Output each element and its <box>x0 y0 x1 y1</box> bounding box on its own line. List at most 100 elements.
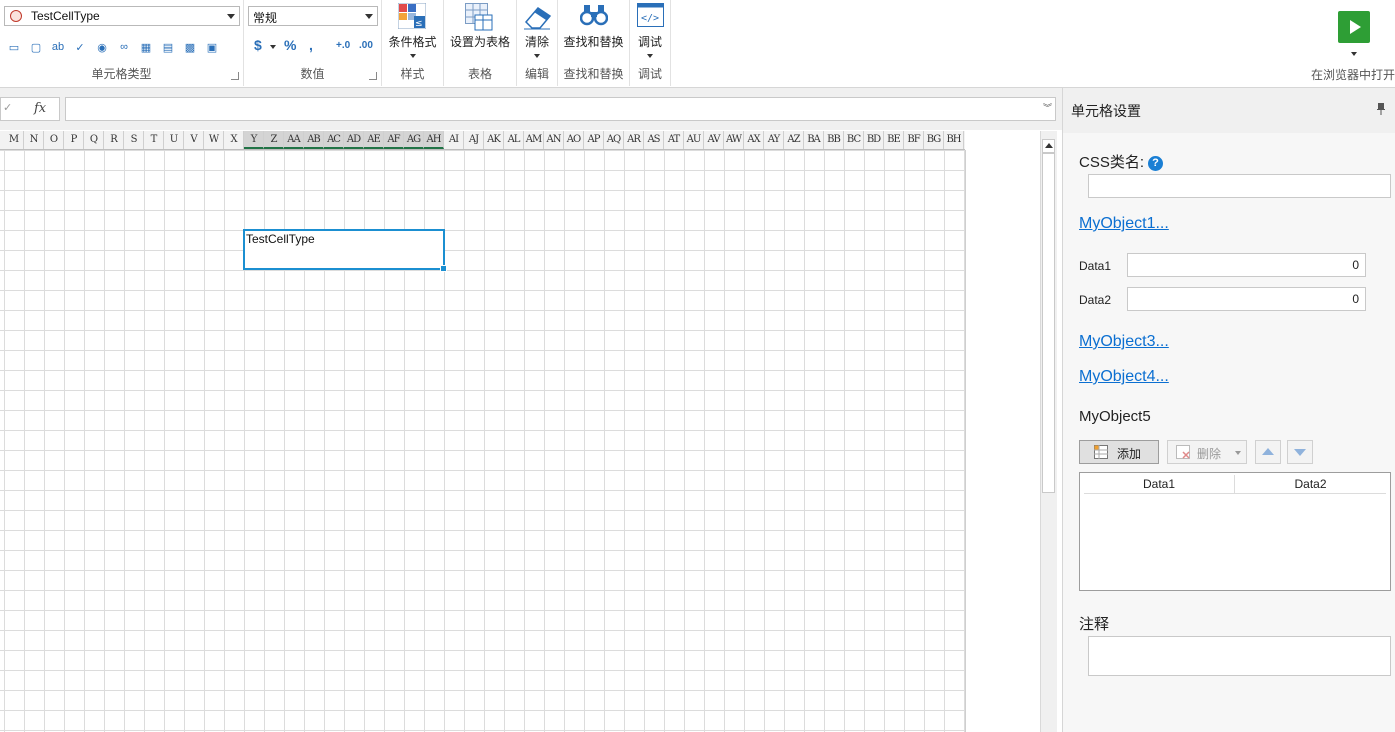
column-header-q[interactable]: Q <box>84 131 104 149</box>
column-header-be[interactable]: BE <box>884 131 904 149</box>
column-header-al[interactable]: AL <box>504 131 524 149</box>
form-icon[interactable]: ▦ <box>138 40 154 54</box>
column-header-ba[interactable]: BA <box>804 131 824 149</box>
label-icon[interactable]: ab <box>50 40 66 54</box>
table-icon[interactable]: ▩ <box>182 40 198 54</box>
column-header-bc[interactable]: BC <box>844 131 864 149</box>
column-header-ao[interactable]: AO <box>564 131 584 149</box>
column-header-w[interactable]: W <box>204 131 224 149</box>
column-header-n[interactable]: N <box>24 131 44 149</box>
column-header-au[interactable]: AU <box>684 131 704 149</box>
number-format-combo[interactable]: 常规 <box>248 6 378 26</box>
column-header-y[interactable]: Y <box>244 131 264 149</box>
column-header-ai[interactable]: AI <box>444 131 464 149</box>
column-header-at[interactable]: AT <box>664 131 684 149</box>
hyperlink-icon[interactable]: ∞ <box>116 40 132 54</box>
decrease-decimal-button[interactable]: .00 <box>359 40 373 51</box>
column-header-ay[interactable]: AY <box>764 131 784 149</box>
data1-input[interactable]: 0 <box>1127 253 1366 277</box>
clear-button[interactable]: 清除 <box>517 0 557 66</box>
myobject3-link[interactable]: MyObject3... <box>1079 333 1169 351</box>
scroll-up-button[interactable] <box>1042 139 1055 153</box>
button-icon[interactable]: ▢ <box>28 40 44 54</box>
checkbox-icon[interactable]: ✓ <box>72 40 88 54</box>
currency-button[interactable]: $ <box>254 37 262 53</box>
column-header-az[interactable]: AZ <box>784 131 804 149</box>
cell-grid[interactable] <box>0 150 966 732</box>
radio-icon[interactable]: ◉ <box>94 40 110 54</box>
textbox-icon[interactable]: ▭ <box>6 40 22 54</box>
fill-handle[interactable] <box>440 265 447 272</box>
increase-decimal-button[interactable]: +.0 <box>336 40 350 51</box>
conditional-format-button[interactable]: ≤ 条件格式 <box>382 0 443 66</box>
column-header-aa[interactable]: AA <box>284 131 304 149</box>
move-up-button[interactable] <box>1255 440 1281 464</box>
pin-icon[interactable] <box>1377 103 1385 115</box>
currency-dropdown-icon[interactable] <box>270 45 276 49</box>
add-button[interactable]: 添加 <box>1079 440 1159 464</box>
column-header-an[interactable]: AN <box>544 131 564 149</box>
column-header-p[interactable]: P <box>64 131 84 149</box>
column-header-bd[interactable]: BD <box>864 131 884 149</box>
celltype-combo[interactable]: TestCellType <box>4 6 240 26</box>
data2-input[interactable]: 0 <box>1127 287 1366 311</box>
vertical-scrollbar[interactable] <box>1040 131 1057 732</box>
myobject4-link[interactable]: MyObject4... <box>1079 368 1169 386</box>
column-header-s[interactable]: S <box>124 131 144 149</box>
column-header-aq[interactable]: AQ <box>604 131 624 149</box>
myobject1-link[interactable]: MyObject1... <box>1079 215 1169 233</box>
listview-icon[interactable]: ▤ <box>160 40 176 54</box>
column-header-ag[interactable]: AG <box>404 131 424 149</box>
column-header-ar[interactable]: AR <box>624 131 644 149</box>
celltype-dialog-launcher-icon[interactable] <box>231 72 239 80</box>
column-header-ad[interactable]: AD <box>344 131 364 149</box>
table-header-data1[interactable]: Data1 <box>1084 475 1235 493</box>
column-header-am[interactable]: AM <box>524 131 544 149</box>
column-header-ax[interactable]: AX <box>744 131 764 149</box>
percent-button[interactable]: % <box>284 37 296 53</box>
column-header-x[interactable]: X <box>224 131 244 149</box>
column-header-bb[interactable]: BB <box>824 131 844 149</box>
format-as-table-button[interactable]: 设置为表格 <box>444 0 516 66</box>
column-header-as[interactable]: AS <box>644 131 664 149</box>
move-down-button[interactable] <box>1287 440 1313 464</box>
column-header-t[interactable]: T <box>144 131 164 149</box>
column-header-bf[interactable]: BF <box>904 131 924 149</box>
formula-input[interactable]: ︾ <box>65 97 1056 121</box>
column-header-r[interactable]: R <box>104 131 124 149</box>
column-header-u[interactable]: U <box>164 131 184 149</box>
column-header-ab[interactable]: AB <box>304 131 324 149</box>
note-input[interactable] <box>1088 636 1391 676</box>
scroll-thumb[interactable] <box>1042 153 1055 493</box>
fx-icon[interactable]: fx <box>34 101 46 116</box>
column-header-ap[interactable]: AP <box>584 131 604 149</box>
css-class-input[interactable] <box>1088 174 1391 198</box>
column-header-z[interactable]: Z <box>264 131 284 149</box>
delete-button[interactable]: 删除 <box>1167 440 1247 464</box>
check-icon[interactable]: ✓ <box>3 101 12 114</box>
column-header-v[interactable]: V <box>184 131 204 149</box>
column-header-ae[interactable]: AE <box>364 131 384 149</box>
run-button[interactable] <box>1338 11 1370 61</box>
spreadsheet[interactable]: M N O P Q R S T U V W X Y Z AA AB AC AD AE AF AG AH AI AJ AK AL AM… <box>0 131 1040 732</box>
column-header-bg[interactable]: BG <box>924 131 944 149</box>
myobject5-table[interactable]: Data1 Data2 <box>1079 472 1391 591</box>
column-header-ak[interactable]: AK <box>484 131 504 149</box>
column-header-af[interactable]: AF <box>384 131 404 149</box>
find-replace-button[interactable]: 查找和替换 <box>558 0 629 66</box>
column-header-aw[interactable]: AW <box>724 131 744 149</box>
number-dialog-launcher-icon[interactable] <box>369 72 377 80</box>
column-header-m[interactable]: M <box>4 131 24 149</box>
column-header-ah[interactable]: AH <box>424 131 444 149</box>
column-header-av[interactable]: AV <box>704 131 724 149</box>
table-header-data2[interactable]: Data2 <box>1235 475 1386 493</box>
column-header-o[interactable]: O <box>44 131 64 149</box>
column-header-bh[interactable]: BH <box>944 131 964 149</box>
selected-cell[interactable]: TestCellType <box>243 229 447 272</box>
column-header-aj[interactable]: AJ <box>464 131 484 149</box>
image-icon[interactable]: ▣ <box>204 40 220 54</box>
debug-button[interactable]: </> 调试 <box>630 0 670 66</box>
column-header-ac[interactable]: AC <box>324 131 344 149</box>
comma-button[interactable]: , <box>309 37 313 53</box>
expand-formula-icon[interactable]: ︾ <box>1043 101 1052 114</box>
